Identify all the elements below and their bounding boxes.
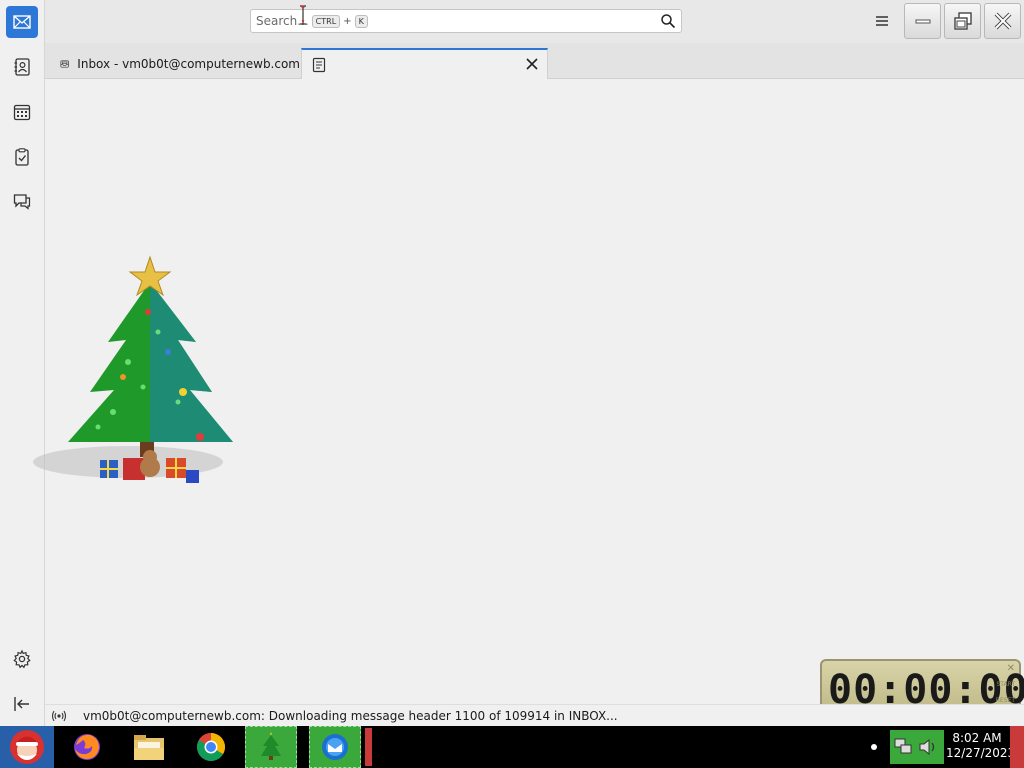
calendar-icon — [13, 104, 31, 121]
taskbar-clock[interactable]: 8:02 AM 12/27/2023 — [946, 731, 1016, 761]
restore-icon — [953, 12, 972, 30]
close-window-button[interactable] — [984, 3, 1021, 39]
reset-label[interactable]: RESET — [996, 697, 1015, 704]
shortcut-plus: + — [343, 15, 352, 27]
status-text: vm0b0t@computernewb.com: Downloading mes… — [83, 708, 618, 723]
start-button[interactable] — [0, 726, 54, 768]
tasks-icon — [15, 148, 29, 166]
shortcut-key-ctrl: CTRL — [311, 14, 341, 28]
file-explorer-icon — [134, 735, 164, 760]
christmas-tree-gadget — [33, 255, 233, 483]
tab-label: Inbox - vm0b0t@computernewb.com — [77, 56, 300, 71]
taskbar-thunderbird[interactable] — [309, 726, 361, 768]
search-input[interactable]: Search... CTRL + K — [250, 9, 682, 33]
online-status-icon[interactable] — [51, 708, 67, 724]
address-book-space-button[interactable] — [6, 51, 38, 83]
calendar-space-button[interactable] — [6, 96, 38, 128]
chat-space-button[interactable] — [6, 185, 38, 217]
taskbar-christmas-tree[interactable] — [245, 726, 297, 768]
network-icon — [894, 738, 912, 754]
chat-icon — [13, 194, 31, 210]
status-bar: vm0b0t@computernewb.com: Downloading mes… — [45, 704, 1024, 726]
address-book-icon — [14, 58, 30, 76]
thunderbird-icon — [322, 734, 348, 760]
gear-icon — [13, 649, 31, 669]
taskbar: 8:02 AM 12/27/2023 — [0, 726, 1024, 768]
tab-current[interactable] — [301, 48, 548, 79]
settings-button[interactable] — [6, 643, 38, 675]
tasks-space-button[interactable] — [6, 141, 38, 173]
collapse-spaces-button[interactable] — [6, 688, 38, 720]
notification-dot — [871, 744, 877, 750]
text-cursor-icon — [300, 5, 306, 25]
taskbar-file-explorer[interactable] — [123, 726, 175, 768]
firefox-icon — [74, 734, 100, 760]
search-icon[interactable] — [660, 13, 676, 29]
taskbar-firefox[interactable] — [61, 726, 113, 768]
app-menu-button[interactable] — [871, 10, 893, 32]
hamburger-menu-icon — [876, 16, 888, 26]
clock-time: 8:02 AM — [952, 731, 1002, 745]
close-gadget-icon[interactable]: ✕ — [1007, 663, 1015, 674]
volume-icon — [919, 738, 935, 756]
start-label[interactable]: START — [996, 681, 1015, 688]
close-tab-icon[interactable] — [525, 57, 539, 71]
title-bar: Search... CTRL + K — [45, 0, 1024, 43]
mail-space-button[interactable] — [6, 6, 38, 38]
minimize-icon — [915, 19, 930, 24]
document-icon — [312, 57, 326, 72]
shortcut-key-k: K — [354, 14, 368, 28]
tab-inbox[interactable]: Inbox - vm0b0t@computernewb.com — [50, 48, 300, 79]
system-tray[interactable] — [890, 730, 944, 764]
restore-button[interactable] — [944, 3, 981, 39]
taskbar-separator — [365, 728, 372, 766]
christmas-tree-icon — [261, 732, 281, 760]
close-icon — [994, 12, 1011, 30]
minimize-button[interactable] — [904, 3, 941, 39]
santa-start-icon — [10, 730, 44, 764]
show-desktop-button[interactable] — [1010, 726, 1024, 768]
clock-date: 12/27/2023 — [946, 746, 1016, 760]
taskbar-chrome[interactable] — [185, 726, 237, 768]
tab-bar: Inbox - vm0b0t@computernewb.com — [45, 43, 1024, 79]
chrome-icon — [197, 733, 225, 761]
mail-icon — [13, 15, 31, 29]
inbox-icon — [60, 59, 69, 68]
collapse-sidebar-icon — [14, 697, 29, 711]
